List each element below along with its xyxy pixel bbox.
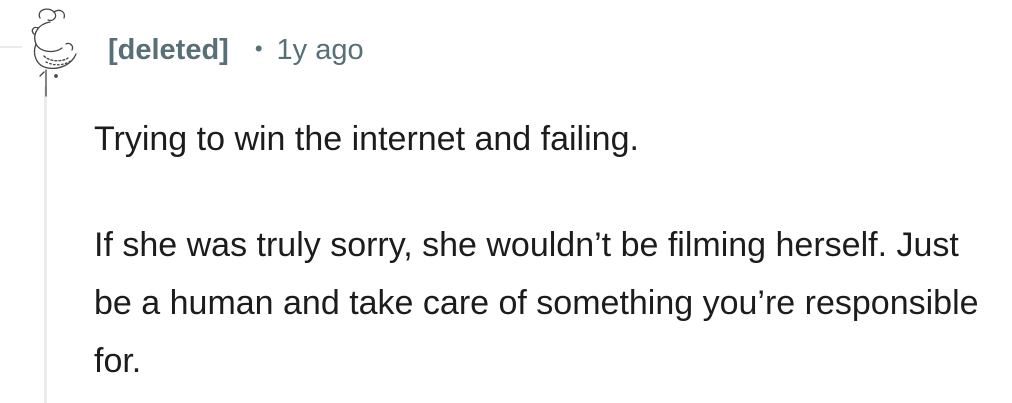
comment-paragraph: Trying to win the internet and failing.	[94, 120, 639, 158]
comment-body: Trying to win the internet and failing. …	[94, 110, 994, 390]
comment-timestamp[interactable]: 1y ago	[277, 34, 364, 67]
comment: [deleted] • 1y ago Trying to win the int…	[0, 0, 1012, 403]
thread-collapse-line[interactable]	[44, 86, 47, 403]
comment-header: [deleted] • 1y ago	[108, 28, 364, 72]
deleted-user-snoo-icon[interactable]	[14, 4, 82, 100]
meta-separator: •	[254, 36, 263, 61]
comment-paragraph: If she was truly sorry, she wouldn’t be …	[94, 226, 979, 380]
comment-author[interactable]: [deleted]	[108, 34, 229, 67]
